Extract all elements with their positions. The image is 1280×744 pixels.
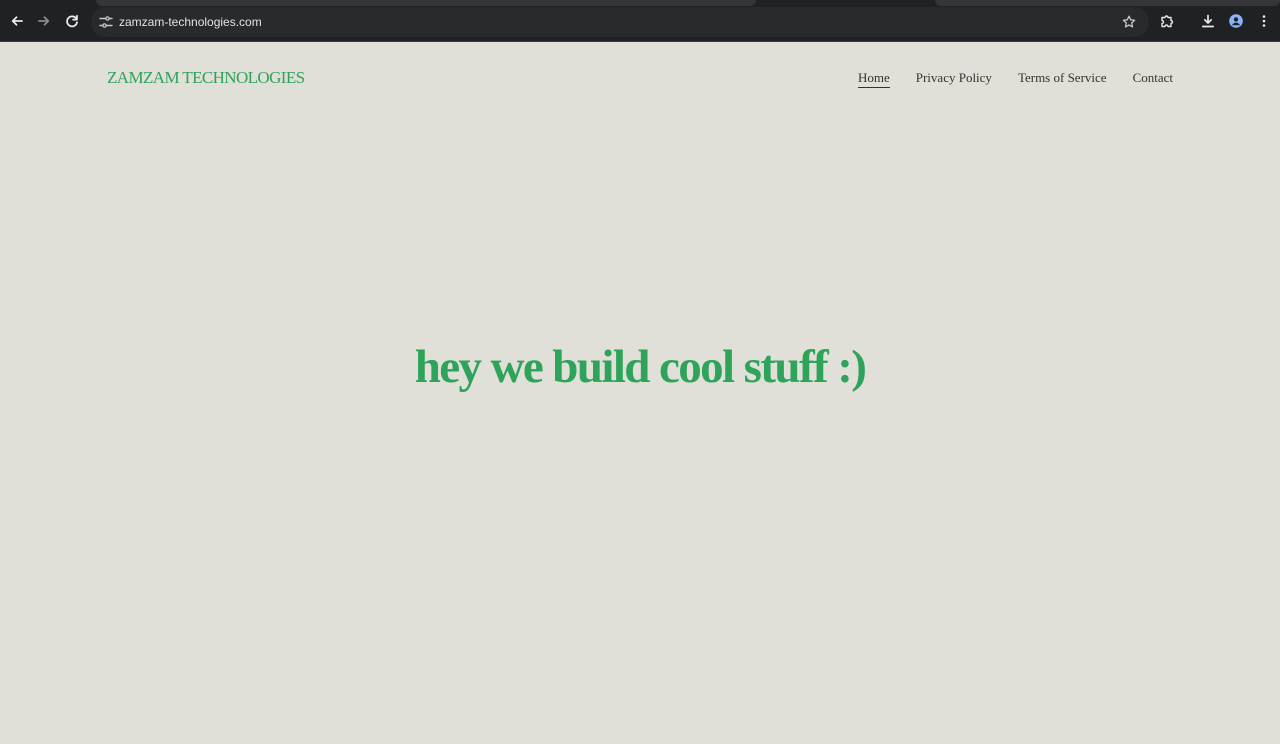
page-content: ZAMZAM TECHNOLOGIES Home Privacy Policy … (0, 42, 1280, 744)
extensions-button[interactable] (1159, 13, 1175, 29)
back-button[interactable] (8, 12, 26, 30)
reload-button[interactable] (63, 12, 81, 30)
arrow-right-icon (38, 16, 50, 26)
forward-button[interactable] (35, 12, 53, 30)
nav-terms-of-service[interactable]: Terms of Service (1018, 70, 1107, 88)
reload-icon (66, 14, 78, 28)
profile-button[interactable] (1228, 13, 1244, 29)
download-icon (1201, 14, 1215, 28)
downloads-button[interactable] (1200, 13, 1216, 29)
address-bar[interactable]: zamzam-technologies.com (91, 7, 1149, 37)
nav-home[interactable]: Home (857, 70, 890, 88)
nav-contact[interactable]: Contact (1133, 70, 1173, 88)
browser-tab[interactable] (935, 0, 1280, 6)
more-vert-icon (1262, 15, 1266, 27)
star-icon (1122, 15, 1136, 28)
profile-icon (1229, 14, 1243, 28)
browser-tab[interactable] (96, 0, 756, 6)
browser-menu-button[interactable] (1256, 13, 1272, 29)
bookmark-button[interactable] (1121, 14, 1137, 30)
hero-heading: hey we build cool stuff :) (414, 341, 867, 394)
browser-toolbar: zamzam-technologies.com (0, 0, 1280, 42)
puzzle-icon (1161, 15, 1174, 28)
site-navigation: Home Privacy Policy Terms of Service Con… (857, 70, 1173, 88)
tune-icon (99, 16, 113, 28)
arrow-left-icon (11, 16, 23, 26)
site-info-button[interactable] (98, 14, 114, 30)
brand-logo[interactable]: ZAMZAM TECHNOLOGIES (107, 67, 305, 89)
nav-privacy-policy[interactable]: Privacy Policy (916, 70, 992, 88)
url-text[interactable]: zamzam-technologies.com (119, 14, 262, 30)
